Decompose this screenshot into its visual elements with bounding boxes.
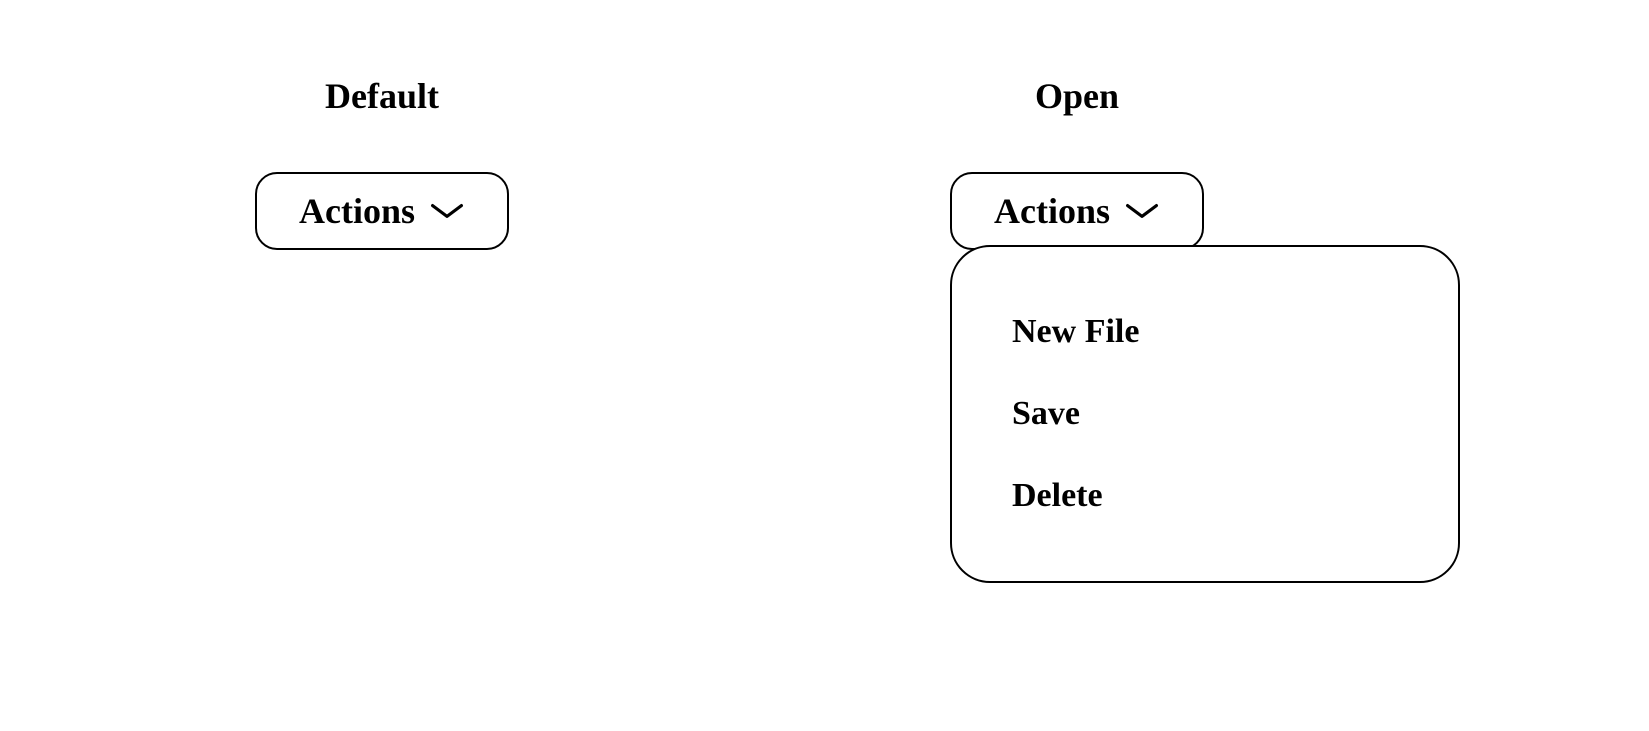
actions-dropdown-menu: New File Save Delete [950, 245, 1460, 583]
actions-dropdown-button-default[interactable]: Actions [255, 172, 509, 250]
menu-item-new-file[interactable]: New File [1012, 291, 1398, 373]
dropdown-button-label: Actions [994, 190, 1110, 232]
menu-item-delete[interactable]: Delete [1012, 455, 1398, 537]
open-state-label: Open [1035, 75, 1119, 117]
dropdown-button-label: Actions [299, 190, 415, 232]
open-state-column: Open Actions [950, 75, 1204, 250]
menu-item-save[interactable]: Save [1012, 373, 1398, 455]
default-state-label: Default [325, 75, 439, 117]
actions-dropdown-button-open[interactable]: Actions [950, 172, 1204, 250]
default-state-column: Default Actions [255, 75, 509, 250]
chevron-down-icon [429, 201, 465, 221]
chevron-down-icon [1124, 201, 1160, 221]
